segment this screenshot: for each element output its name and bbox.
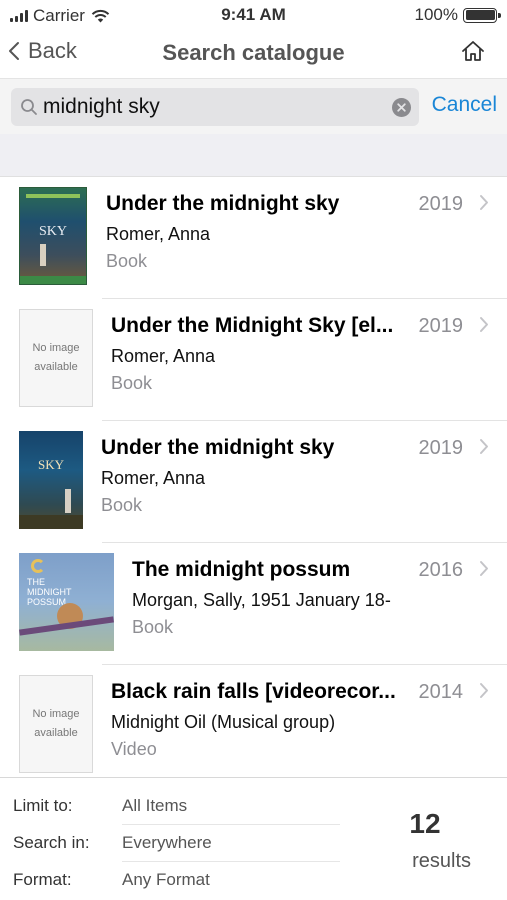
format-label: Format: <box>13 870 72 889</box>
status-bar: Carrier 9:41 AM 100% <box>0 0 507 30</box>
limit-value[interactable]: All Items <box>122 796 187 816</box>
format-value[interactable]: Any Format <box>122 870 210 890</box>
filter-divider <box>122 824 340 825</box>
result-type: Book <box>101 495 143 515</box>
chevron-right-icon <box>480 561 488 576</box>
result-row[interactable]: SKY Under the midnight sky Romer, Anna B… <box>0 177 507 299</box>
nav-bar: Back Search catalogue <box>0 30 507 76</box>
search-input[interactable] <box>43 92 383 122</box>
book-cover-image: THE MIDNIGHT POSSUM <box>19 553 114 651</box>
filter-limit: Limit to: All Items <box>0 796 340 833</box>
clear-search-icon[interactable] <box>392 98 411 117</box>
home-button[interactable] <box>461 40 485 67</box>
chevron-right-icon <box>480 317 488 332</box>
result-row[interactable]: SKY Under the midnight sky Romer, Anna B… <box>0 421 507 543</box>
result-type: Book <box>132 617 174 637</box>
book-cover-image: SKY <box>19 431 83 529</box>
filter-footer: Limit to: All Items Search in: Everywher… <box>0 777 507 900</box>
chevron-right-icon <box>480 195 488 210</box>
filter-search-in: Search in: Everywhere <box>0 833 340 870</box>
result-title: Under the midnight sky <box>101 436 335 459</box>
filter-format: Format: Any Format <box>0 870 340 900</box>
result-title: Under the midnight sky <box>106 192 340 215</box>
chevron-right-icon <box>480 683 488 698</box>
result-author: Romer, Anna <box>106 224 211 244</box>
cover-text: SKY <box>38 224 67 239</box>
result-type: Book <box>106 251 148 271</box>
cover-text: THE MIDNIGHT POSSUM <box>27 577 72 607</box>
result-title: The midnight possum <box>132 558 351 581</box>
result-row[interactable]: No image available Black rain falls [vid… <box>0 665 507 777</box>
result-author: Romer, Anna <box>111 346 216 366</box>
result-year: 2016 <box>418 559 464 581</box>
result-year: 2019 <box>418 437 464 459</box>
result-author: Morgan, Sally, 1951 January 18- <box>132 590 391 610</box>
result-year: 2014 <box>418 681 464 703</box>
search-icon <box>21 99 37 115</box>
status-right: 100% <box>414 5 501 25</box>
book-cover-image: SKY <box>19 187 87 285</box>
result-row[interactable]: No image available Under the Midnight Sk… <box>0 299 507 421</box>
battery-percent: 100% <box>414 5 458 24</box>
chevron-right-icon <box>480 439 488 454</box>
section-spacer <box>0 134 507 177</box>
results-list: SKY Under the midnight sky Romer, Anna B… <box>0 177 507 777</box>
no-image-placeholder: No image available <box>19 675 93 773</box>
result-year: 2019 <box>418 315 464 337</box>
no-image-text: No image available <box>32 342 80 373</box>
search-bar: Cancel <box>0 78 507 134</box>
results-count: 12 <box>409 808 441 839</box>
result-title: Black rain falls [videorecor... <box>111 680 396 703</box>
result-year: 2019 <box>418 193 464 215</box>
cover-text: SKY <box>37 457 64 472</box>
result-type: Book <box>111 373 153 393</box>
search-in-value[interactable]: Everywhere <box>122 833 212 853</box>
no-image-text: No image available <box>32 708 80 739</box>
page-title: Search catalogue <box>162 40 345 65</box>
result-author: Romer, Anna <box>101 468 206 488</box>
result-type: Video <box>111 739 157 759</box>
filter-divider <box>122 861 340 862</box>
limit-label: Limit to: <box>13 796 73 815</box>
search-field[interactable] <box>11 88 419 126</box>
search-in-label: Search in: <box>13 833 90 852</box>
cancel-button[interactable]: Cancel <box>432 93 497 117</box>
result-author: Midnight Oil (Musical group) <box>111 712 336 732</box>
home-icon <box>462 41 484 61</box>
no-image-placeholder: No image available <box>19 309 93 407</box>
results-count-label: results <box>412 850 471 872</box>
battery-icon <box>463 7 501 23</box>
result-row[interactable]: THE MIDNIGHT POSSUM The midnight possum … <box>0 543 507 665</box>
result-title: Under the Midnight Sky [el... <box>111 314 394 337</box>
